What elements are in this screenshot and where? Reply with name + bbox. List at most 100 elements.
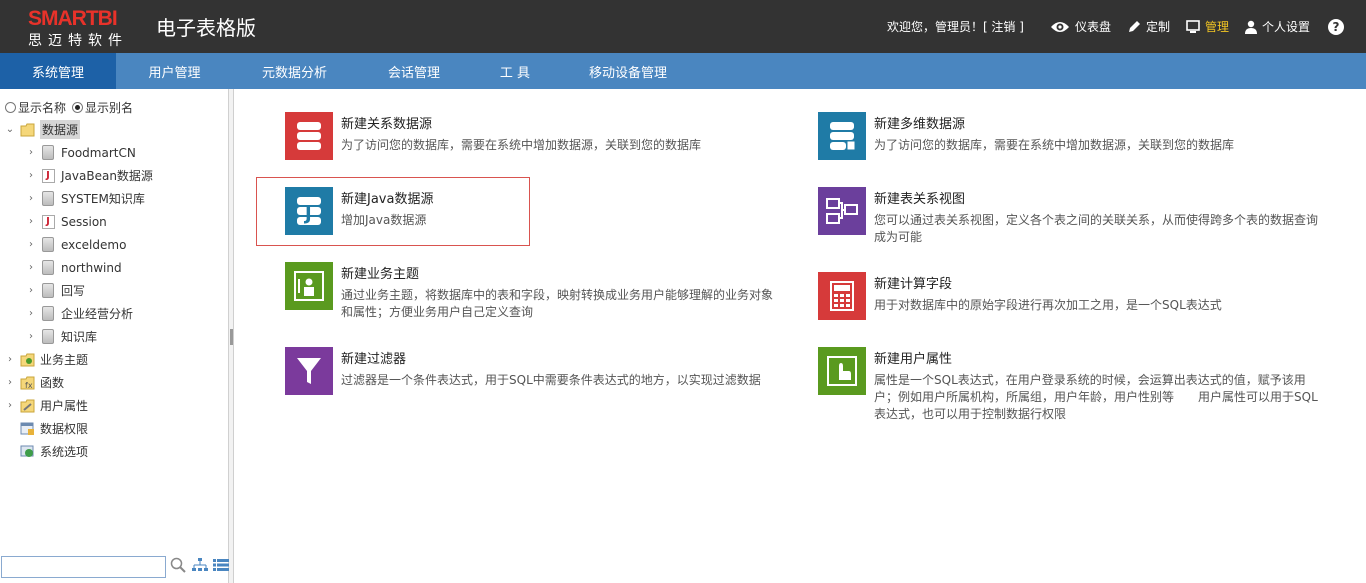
card-title: 新建表关系视图 [874,192,966,207]
chevron-right-icon[interactable]: › [26,216,36,227]
java-icon: J [40,168,56,184]
chevron-right-icon[interactable]: › [26,262,36,273]
svg-text:J: J [303,204,312,225]
chevron-right-icon[interactable]: › [26,285,36,296]
calculator-icon [818,272,866,320]
card-new-filter[interactable]: 新建过滤器 过滤器是一个条件表达式，用于SQL中需要条件表达式的地方，以实现过滤… [285,347,785,395]
card-new-user-property[interactable]: 新建用户属性 属性是一个SQL表达式，在用户登录系统的时候，会运算出表达式的值，… [818,347,1318,423]
tree-node-label: northwind [61,260,122,275]
tree-node-label: 系统选项 [40,445,89,459]
card-new-multidim-datasource[interactable]: 新建多维数据源 为了访问您的数据库，需要在系统中增加数据源，关联到您的数据库 [818,112,1318,160]
chevron-down-icon[interactable]: ⌄ [5,124,15,135]
app-title: 电子表格版 [156,16,256,40]
sidebar: 显示名称 显示别名 ⌄ 数据源 › FoodmartCN › J JavaBea… [0,89,229,583]
card-title: 新建业务主题 [341,267,420,282]
card-desc: 通过业务主题，将数据库中的表和字段，映射转换成业务用户能够理解的业务对象和属性；… [341,288,774,319]
chevron-right-icon[interactable]: › [5,354,15,365]
function-icon: fx [19,375,35,391]
chevron-right-icon[interactable]: › [26,239,36,250]
svg-text:fx: fx [25,381,33,390]
tree-node-kb[interactable]: › 知识库 [0,325,229,348]
nav-personal-settings[interactable]: 个人设置 [1244,18,1310,35]
tree-node-label: FoodmartCN [61,145,136,160]
chevron-right-icon[interactable]: › [26,331,36,342]
permission-icon [19,421,35,437]
search-icon[interactable] [170,557,186,576]
relational-db-icon [285,112,333,160]
database-icon [40,145,56,161]
list-view-icon[interactable] [213,559,229,574]
card-desc: 为了访问您的数据库，需要在系统中增加数据源，关联到您的数据库 [341,138,702,152]
folder-icon [19,122,35,138]
tree-node-writeback[interactable]: › 回写 [0,279,229,302]
business-icon [19,352,35,368]
tree-node-northwind[interactable]: › northwind [0,256,229,279]
main-panel: 新建关系数据源 为了访问您的数据库，需要在系统中增加数据源，关联到您的数据库 新… [235,89,1366,583]
card-new-business-theme[interactable]: 新建业务主题 通过业务主题，将数据库中的表和字段，映射转换成业务用户能够理解的业… [285,262,785,321]
tree-node-system-kb[interactable]: › SYSTEM知识库 [0,187,229,210]
panel-splitter[interactable] [229,89,234,583]
card-new-relational-datasource[interactable]: 新建关系数据源 为了访问您的数据库，需要在系统中增加数据源，关联到您的数据库 [285,112,785,160]
nav-manage[interactable]: 管理 [1186,18,1229,35]
welcome-logout[interactable]: 欢迎您，管理员！[ 注销 ] [887,18,1024,35]
tab-user-management[interactable]: 用户管理 [116,53,233,89]
tree-node-business-theme[interactable]: › 业务主题 [0,348,229,371]
tree-node-label: SYSTEM知识库 [61,192,145,206]
card-desc: 您可以通过表关系视图，定义各个表之间的关联关系，从而使得跨多个表的数据查询成为可… [874,213,1319,244]
tree-node-label: 业务主题 [40,353,89,367]
tree-node-foodmartcn[interactable]: › FoodmartCN [0,141,229,164]
tree-node-datasource[interactable]: ⌄ 数据源 [0,118,229,141]
database-icon [40,260,56,276]
tree-node-enterprise[interactable]: › 企业经营分析 [0,302,229,325]
database-icon [40,237,56,253]
card-new-calculated-field[interactable]: 新建计算字段 用于对数据库中的原始字段进行再次加工之用，是一个SQL表达式 [818,272,1318,320]
chevron-right-icon[interactable]: › [26,308,36,319]
user-attr-icon [19,398,35,414]
tree-node-label: 函数 [40,376,65,390]
card-new-java-datasource[interactable]: J 新建Java数据源 增加Java数据源 [256,177,530,246]
tree-node-user-attr[interactable]: › 用户属性 [0,394,229,417]
nav-customize[interactable]: 定制 [1127,18,1170,35]
chevron-right-icon[interactable]: › [5,400,15,411]
help-icon[interactable]: ? [1328,18,1344,35]
tree-node-label: exceldemo [61,237,127,252]
chevron-right-icon[interactable]: › [26,193,36,204]
tab-system-management[interactable]: 系统管理 [0,53,116,89]
radio-show-name[interactable] [5,102,16,113]
tab-mobile-device[interactable]: 移动设备管理 [558,53,698,89]
tree-node-label: 用户属性 [40,399,89,413]
app-header: SMARTBI 思迈特软件 电子表格版 欢迎您，管理员！[ 注销 ] 仪表盘 定… [0,0,1366,53]
tree-node-data-permission[interactable]: 数据权限 [0,417,229,440]
tree-node-label: 企业经营分析 [61,307,134,321]
chevron-right-icon[interactable]: › [26,170,36,181]
card-title: 新建Java数据源 [341,192,434,207]
chevron-right-icon[interactable]: › [26,147,36,158]
user-property-icon [818,347,866,395]
tree-node-exceldemo[interactable]: › exceldemo [0,233,229,256]
tab-session-management[interactable]: 会话管理 [356,53,472,89]
tree-node-function[interactable]: › fx 函数 [0,371,229,394]
multidim-db-icon [818,112,866,160]
tab-metadata-analysis[interactable]: 元数据分析 [233,53,356,89]
tree-node-session[interactable]: › J Session [0,210,229,233]
logo-text: SMARTBI [28,7,118,30]
java-icon: J [40,214,56,230]
java-db-icon: J [285,187,333,235]
tree-node-label: 回写 [61,284,86,298]
chevron-right-icon[interactable]: › [5,377,15,388]
radio-show-alias[interactable] [72,102,84,113]
smartbi-logo: SMARTBI 思迈特软件 [0,0,150,53]
nav-manage-label: 管理 [1204,20,1229,34]
tree-search-input[interactable] [1,556,166,578]
database-icon [40,306,56,322]
card-desc: 过滤器是一个条件表达式，用于SQL中需要条件表达式的地方，以实现过滤数据 [341,373,761,387]
card-new-table-relation-view[interactable]: 新建表关系视图 您可以通过表关系视图，定义各个表之间的关联关系，从而使得跨多个表… [818,187,1318,246]
radio-show-alias-label: 显示别名 [85,101,134,115]
logo-subtitle: 思迈特软件 [28,33,128,49]
tree-view-icon[interactable] [192,558,208,575]
card-title: 新建关系数据源 [341,117,433,132]
tab-tools[interactable]: 工 具 [472,53,558,89]
tree-node-javabean[interactable]: › J JavaBean数据源 [0,164,229,187]
nav-dashboard[interactable]: 仪表盘 [1050,18,1111,35]
tree-node-system-options[interactable]: 系统选项 [0,440,229,463]
